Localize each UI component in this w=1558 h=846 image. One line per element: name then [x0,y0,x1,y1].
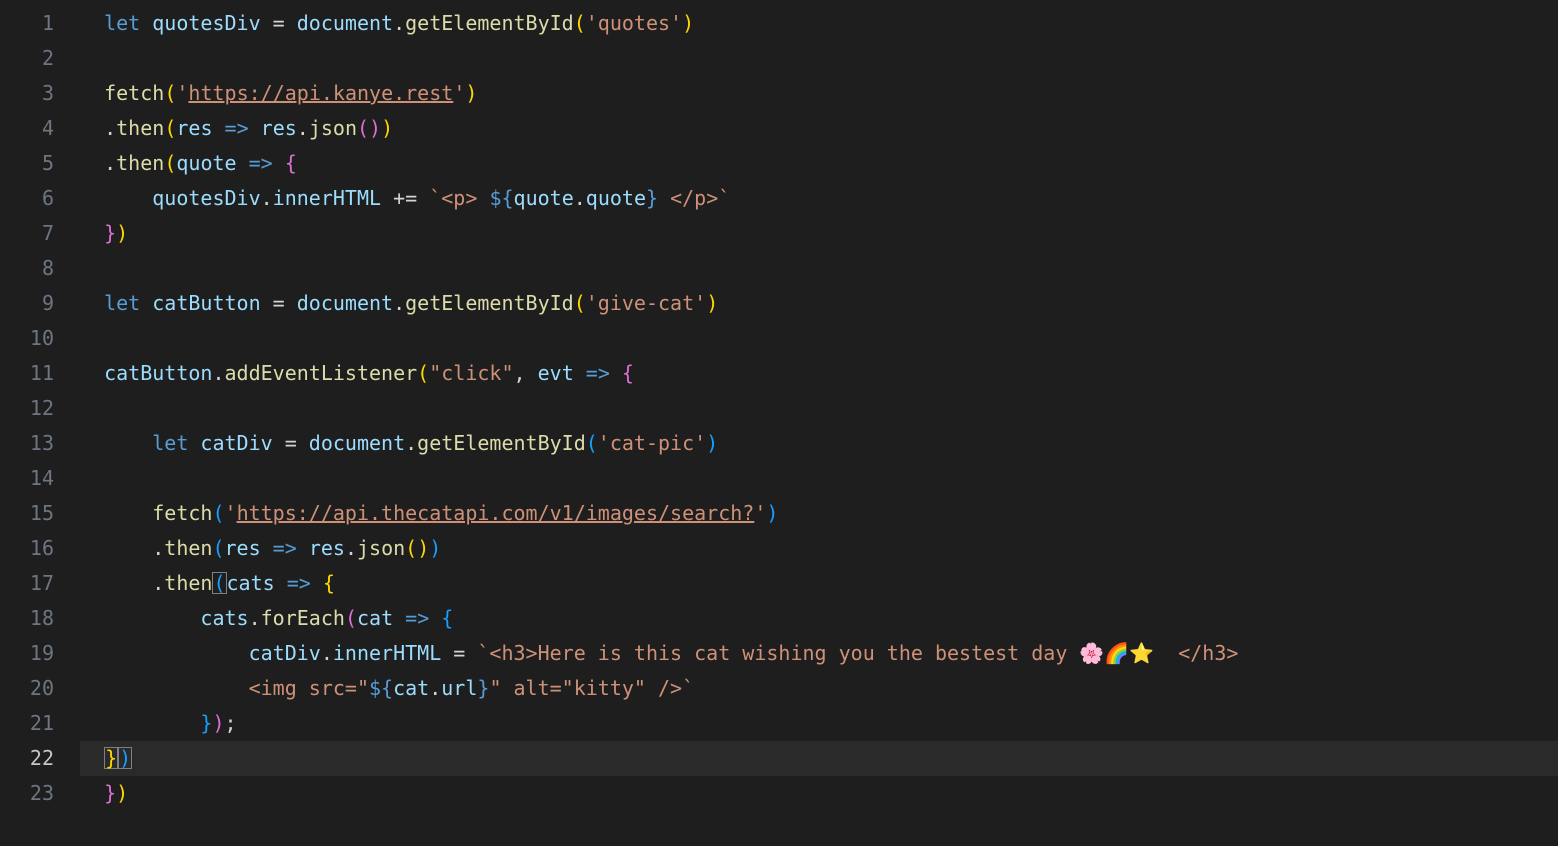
line-number: 10 [0,321,54,356]
code-line[interactable]: <img src="${cat.url}" alt="kitty" />` [80,671,1558,706]
line-number: 19 [0,636,54,671]
line-number: 8 [0,251,54,286]
line-number: 2 [0,41,54,76]
code-line[interactable]: fetch('https://api.kanye.rest') [80,76,1558,111]
code-line[interactable] [80,41,1558,76]
line-number: 13 [0,426,54,461]
code-line[interactable]: }) [80,776,1558,811]
url-link[interactable]: https://api.kanye.rest [188,81,453,105]
code-line[interactable]: quotesDiv.innerHTML += `<p> ${quote.quot… [80,181,1558,216]
code-line[interactable]: }); [80,706,1558,741]
line-number: 18 [0,601,54,636]
line-number-gutter: 1 2 3 4 5 6 7 8 9 10 11 12 13 14 15 16 1… [0,0,80,846]
line-number: 22 [0,741,54,776]
code-line[interactable] [80,391,1558,426]
code-line[interactable]: let quotesDiv = document.getElementById(… [80,6,1558,41]
line-number: 11 [0,356,54,391]
code-line[interactable] [80,251,1558,286]
line-number: 23 [0,776,54,811]
code-line[interactable]: }) [80,216,1558,251]
bracket-match-icon: ( [212,572,226,594]
line-number: 12 [0,391,54,426]
code-line[interactable]: .then(res => res.json()) [80,531,1558,566]
line-number: 3 [0,76,54,111]
line-number: 6 [0,181,54,216]
line-number: 17 [0,566,54,601]
line-number: 5 [0,146,54,181]
code-line[interactable]: .then(res => res.json()) [80,111,1558,146]
code-line[interactable]: .then(quote => { [80,146,1558,181]
line-number: 7 [0,216,54,251]
code-line[interactable]: let catDiv = document.getElementById('ca… [80,426,1558,461]
code-line[interactable]: let catButton = document.getElementById(… [80,286,1558,321]
line-number: 20 [0,671,54,706]
code-line[interactable]: catDiv.innerHTML = `<h3>Here is this cat… [80,636,1558,671]
line-number: 14 [0,461,54,496]
line-number: 15 [0,496,54,531]
code-line[interactable] [80,321,1558,356]
line-number: 4 [0,111,54,146]
line-number: 16 [0,531,54,566]
code-line[interactable] [80,461,1558,496]
code-editor[interactable]: 1 2 3 4 5 6 7 8 9 10 11 12 13 14 15 16 1… [0,0,1558,846]
code-line[interactable]: fetch('https://api.thecatapi.com/v1/imag… [80,496,1558,531]
url-link[interactable]: https://api.thecatapi.com/v1/images/sear… [237,501,755,525]
code-line[interactable]: }) [80,741,1558,776]
line-number: 9 [0,286,54,321]
bracket-match-icon: } [104,747,118,769]
code-area[interactable]: let quotesDiv = document.getElementById(… [80,0,1558,846]
code-line[interactable]: catButton.addEventListener("click", evt … [80,356,1558,391]
line-number: 1 [0,6,54,41]
code-line[interactable]: cats.forEach(cat => { [80,601,1558,636]
line-number: 21 [0,706,54,741]
code-line[interactable]: .then(cats => { [80,566,1558,601]
bracket-match-icon: ) [118,747,132,769]
